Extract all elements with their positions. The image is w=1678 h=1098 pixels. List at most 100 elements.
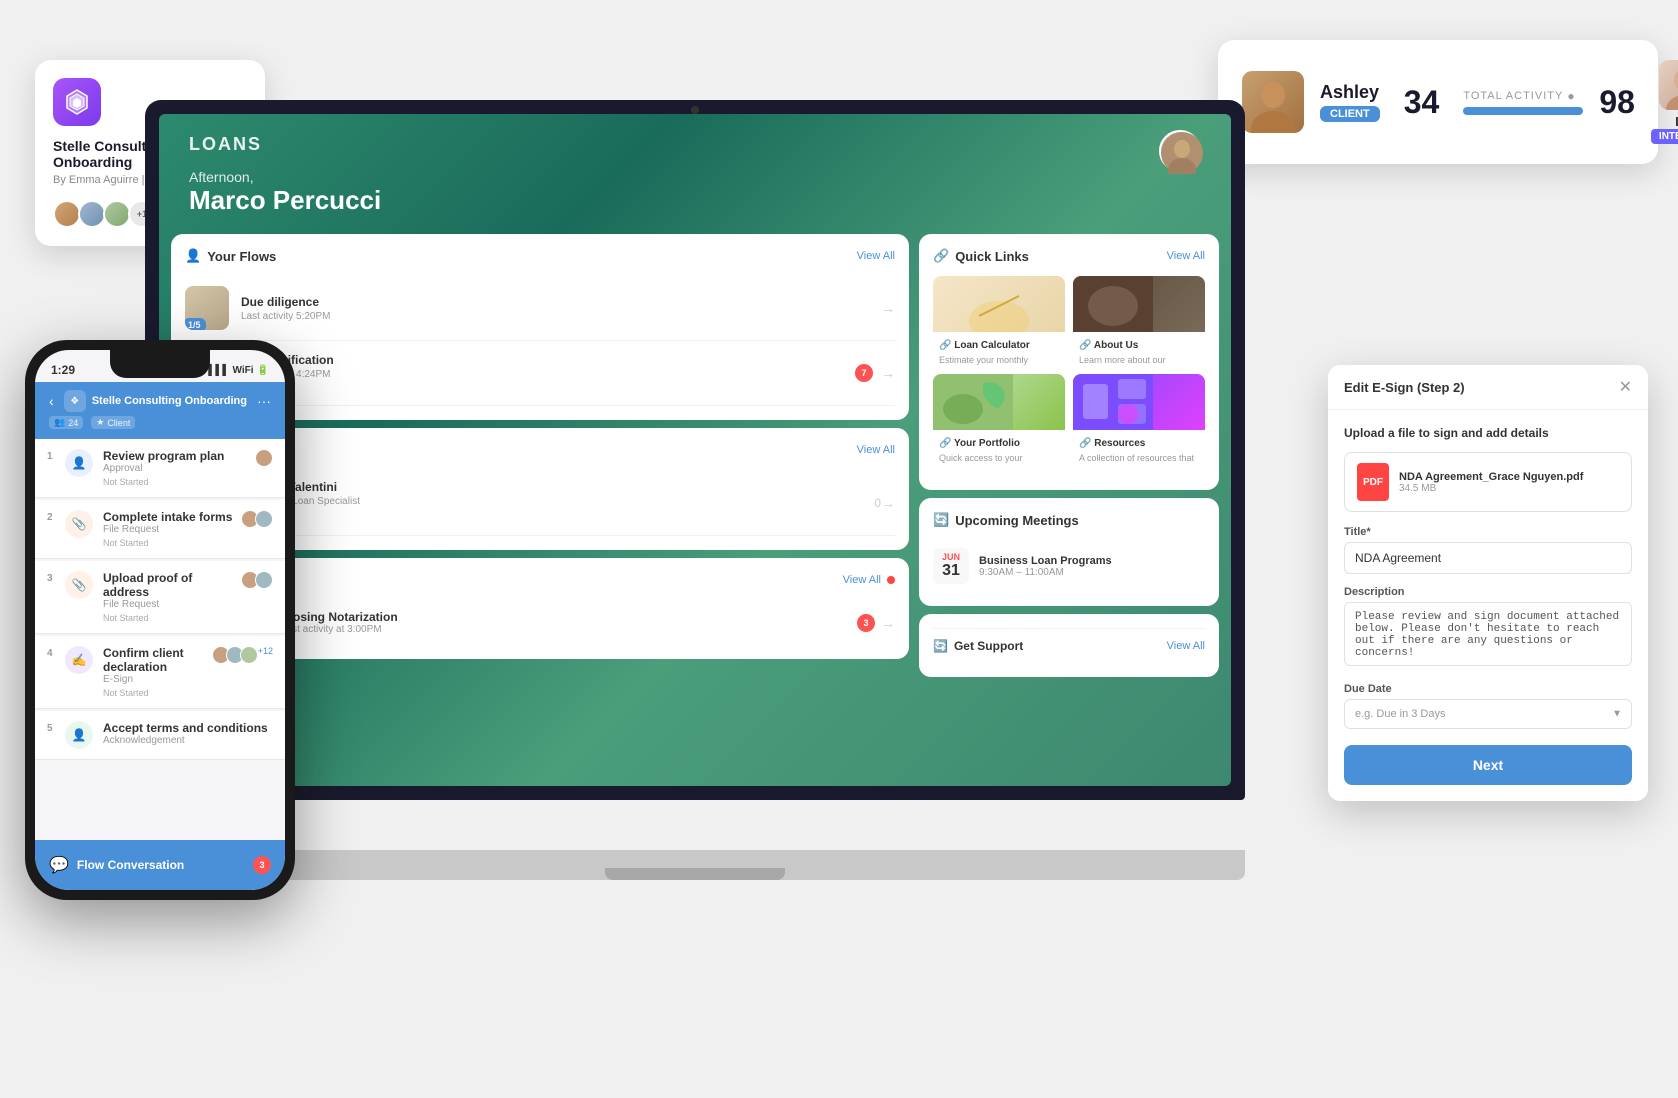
projects-view-all[interactable]: View All bbox=[843, 574, 881, 586]
ql-about-desc: Learn more about our company. bbox=[1073, 355, 1205, 366]
modal-close-button[interactable]: ✕ bbox=[1619, 377, 1632, 397]
quick-links-card: 🔗 Quick Links View All bbox=[919, 234, 1219, 490]
user1-name: Ashley bbox=[1320, 82, 1380, 103]
ql-resources-desc: A collection of resources that can... bbox=[1073, 453, 1205, 464]
ql-portfolio[interactable]: 🔗 Your Portfolio Quick access to your in… bbox=[933, 374, 1065, 464]
wifi-icon: WiFi bbox=[233, 365, 254, 376]
step-name-5: Accept terms and conditions bbox=[103, 721, 273, 735]
ql-loan-calc[interactable]: 🔗 Loan Calculator Estimate your monthly … bbox=[933, 276, 1065, 366]
meetings-title: 🔄 Upcoming Meetings bbox=[933, 512, 1079, 528]
meetings-card: 🔄 Upcoming Meetings JUN 31 Business Loan… bbox=[919, 498, 1219, 606]
project-arrow-1: → bbox=[881, 615, 895, 631]
back-button[interactable]: ‹ bbox=[49, 393, 54, 409]
support-view-all[interactable]: View All bbox=[1167, 640, 1205, 652]
phone-screen: 1:29 ▌▌▌ WiFi 🔋 ‹ ❖ Stelle Consulting On… bbox=[35, 350, 285, 890]
next-button[interactable]: Next bbox=[1344, 745, 1632, 785]
step-info-1: Review program plan Approval Not Started bbox=[103, 449, 255, 487]
phone-app-name: Stelle Consulting Onboarding bbox=[92, 395, 247, 407]
step-type-3: File Request bbox=[103, 599, 241, 610]
step-2[interactable]: 2 📎 Complete intake forms File Request N… bbox=[35, 500, 285, 559]
support-title: 🔄 Get Support bbox=[933, 639, 1023, 653]
ql-resources[interactable]: 🔗 Resources A collection of resources th… bbox=[1073, 374, 1205, 464]
phone-steps-list: 1 👤 Review program plan Approval Not Sta… bbox=[35, 439, 285, 859]
step-type-4: E-Sign bbox=[103, 674, 212, 685]
step-info-2: Complete intake forms File Request Not S… bbox=[103, 510, 241, 548]
flow-info-2: Risk verification Last activity 4:24PM ●… bbox=[241, 353, 855, 394]
laptop-screen: LOANS Afternoon, Marco Percucci bbox=[159, 114, 1231, 786]
user1-badge: CLIENT bbox=[1320, 106, 1380, 122]
activity-card: Ashley CLIENT 34 TOTAL ACTIVITY ● 98 Liz… bbox=[1218, 40, 1658, 164]
ql-grid: 🔗 Loan Calculator Estimate your monthly … bbox=[933, 276, 1205, 464]
total-indicator: ● bbox=[1567, 89, 1574, 103]
due-date-select[interactable]: e.g. Due in 3 Days Due in 1 Day Due in 7… bbox=[1344, 699, 1632, 729]
step-3[interactable]: 3 📎 Upload proof of address File Request… bbox=[35, 561, 285, 634]
flow-time-1: Last activity 5:20PM bbox=[241, 311, 881, 322]
team-view-all[interactable]: View All bbox=[857, 444, 895, 456]
phone-time: 1:29 bbox=[51, 363, 75, 377]
menu-dots-button[interactable]: ··· bbox=[257, 393, 271, 409]
step-icon-2: 📎 bbox=[65, 510, 93, 538]
due-date-label: Due Date bbox=[1344, 683, 1632, 695]
projects-red-dot bbox=[887, 576, 895, 584]
esign-modal: Edit E-Sign (Step 2) ✕ Upload a file to … bbox=[1328, 365, 1648, 801]
count-icon: 👥 bbox=[54, 417, 65, 428]
ql-view-all[interactable]: View All bbox=[1167, 250, 1205, 262]
avatar-1 bbox=[53, 200, 81, 228]
project-info-1: Closing Notarization Last activity at 3:… bbox=[281, 610, 857, 635]
step-icon-5: 👤 bbox=[65, 721, 93, 749]
step-5[interactable]: 5 👤 Accept terms and conditions Acknowle… bbox=[35, 711, 285, 760]
meeting-month-1: JUN bbox=[941, 552, 961, 562]
file-name: NDA Agreement_Grace Nguyen.pdf bbox=[1399, 471, 1583, 483]
project-time-1: Last activity at 3:00PM bbox=[281, 624, 857, 635]
laptop-base bbox=[145, 850, 1245, 880]
description-textarea[interactable]: Please review and sign document attached… bbox=[1344, 602, 1632, 666]
chat-label: Flow Conversation bbox=[77, 858, 184, 872]
step-4[interactable]: 4 ✍ Confirm client declaration E-Sign No… bbox=[35, 636, 285, 709]
meeting-date-1: JUN 31 bbox=[933, 548, 969, 584]
total-count: 98 bbox=[1599, 84, 1635, 121]
meeting-info-1: Business Loan Programs 9:30AM – 11:00AM bbox=[979, 555, 1112, 578]
activity-total-section: TOTAL ACTIVITY ● bbox=[1463, 89, 1583, 115]
assignee-2-2 bbox=[255, 510, 273, 528]
ql-title: 🔗 Quick Links bbox=[933, 248, 1029, 264]
step-name-3: Upload proof of address bbox=[103, 571, 241, 599]
phone-role-badge: ★ Client bbox=[91, 416, 135, 429]
step-1[interactable]: 1 👤 Review program plan Approval Not Sta… bbox=[35, 439, 285, 498]
step-icon-3: 📎 bbox=[65, 571, 93, 599]
ql-portfolio-desc: Quick access to your investments. bbox=[933, 453, 1065, 464]
project-notif-1: 3 bbox=[857, 614, 875, 632]
phone-bottom-bar[interactable]: 💬 Flow Conversation 3 bbox=[35, 840, 285, 890]
step-status-3: Not Started bbox=[103, 613, 241, 623]
flow-item-1[interactable]: 1/5 Due diligence Last activity 5:20PM → bbox=[185, 276, 895, 341]
step-assignees-4: +12 bbox=[212, 646, 273, 664]
ql-about[interactable]: 🔗 About Us Learn more about our company. bbox=[1073, 276, 1205, 366]
step-type-2: File Request bbox=[103, 524, 241, 535]
screen-header: LOANS bbox=[159, 114, 1231, 165]
support-icon: 🔄 bbox=[933, 639, 948, 653]
step-type-1: Approval bbox=[103, 463, 255, 474]
laptop-screen-border: LOANS Afternoon, Marco Percucci bbox=[145, 100, 1245, 800]
phone-header-info: 👥 24 ★ Client bbox=[49, 416, 271, 429]
role-icon: ★ bbox=[96, 417, 104, 428]
user1-photo bbox=[1242, 71, 1304, 133]
laptop-base-notch bbox=[605, 868, 785, 880]
flows-view-all[interactable]: View All bbox=[857, 250, 895, 262]
modal-file: PDF NDA Agreement_Grace Nguyen.pdf 34.5 … bbox=[1344, 452, 1632, 512]
step-assignees-3 bbox=[241, 571, 273, 589]
phone-count-badge: 👥 24 bbox=[49, 416, 83, 429]
step-num-4: 4 bbox=[47, 646, 65, 659]
greeting-sub: Afternoon, bbox=[189, 169, 381, 185]
meetings-header: 🔄 Upcoming Meetings bbox=[933, 512, 1205, 528]
title-input[interactable] bbox=[1344, 542, 1632, 574]
user1-count: 34 bbox=[1404, 84, 1440, 121]
flows-title: 👤 Your Flows bbox=[185, 248, 276, 264]
user2-section: Liz INTERNAL bbox=[1651, 60, 1678, 144]
step-status-4: Not Started bbox=[103, 688, 212, 698]
step-info-4: Confirm client declaration E-Sign Not St… bbox=[103, 646, 212, 698]
file-size: 34.5 MB bbox=[1399, 483, 1583, 494]
step-assignees-2 bbox=[241, 510, 273, 528]
loans-title: LOANS bbox=[189, 134, 1201, 155]
due-date-field: Due Date e.g. Due in 3 Days Due in 1 Day… bbox=[1344, 683, 1632, 729]
ql-loan-label: 🔗 Loan Calculator bbox=[933, 336, 1065, 355]
meeting-item-1[interactable]: JUN 31 Business Loan Programs 9:30AM – 1… bbox=[933, 540, 1205, 592]
